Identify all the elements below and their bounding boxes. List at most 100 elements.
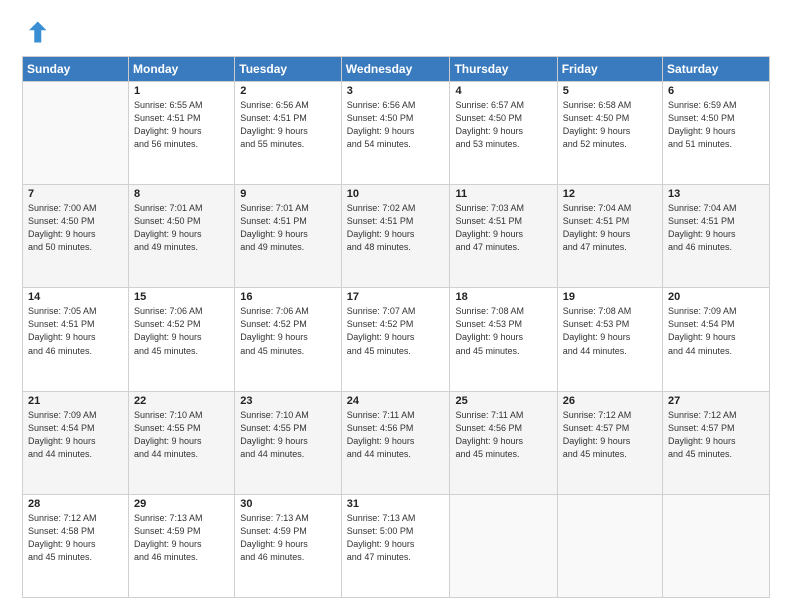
day-detail: Sunrise: 6:57 AM Sunset: 4:50 PM Dayligh… xyxy=(455,99,551,151)
calendar-cell: 6 Sunrise: 6:59 AM Sunset: 4:50 PM Daylig… xyxy=(663,82,770,185)
day-number: 22 xyxy=(134,395,229,407)
calendar-header-wednesday: Wednesday xyxy=(341,57,450,82)
calendar-cell: 14Sunrise: 7:05 AM Sunset: 4:51 PM Dayli… xyxy=(23,288,129,391)
calendar-cell: 26 Sunrise: 7:12 AM Sunset: 4:57 PM Dayli… xyxy=(557,391,662,494)
day-number: 13 xyxy=(668,188,764,200)
calendar-cell: 19Sunrise: 7:08 AM Sunset: 4:53 PM Dayli… xyxy=(557,288,662,391)
day-detail: Sunrise: 7:01 AM Sunset: 4:50 PM Dayligh… xyxy=(134,202,229,254)
calendar-week-3: 14Sunrise: 7:05 AM Sunset: 4:51 PM Dayli… xyxy=(23,288,770,391)
day-detail: Sunrise: 6:58 AM Sunset: 4:50 PM Dayligh… xyxy=(563,99,657,151)
calendar-cell: 8 Sunrise: 7:01 AM Sunset: 4:50 PM Daylig… xyxy=(129,185,235,288)
calendar-header-monday: Monday xyxy=(129,57,235,82)
day-detail: Sunrise: 7:06 AM Sunset: 4:52 PM Dayligh… xyxy=(134,305,229,357)
calendar-cell: 2 Sunrise: 6:56 AM Sunset: 4:51 PM Daylig… xyxy=(235,82,342,185)
calendar-cell: 23 Sunrise: 7:10 AM Sunset: 4:55 PM Dayli… xyxy=(235,391,342,494)
calendar-cell xyxy=(450,494,557,597)
calendar-week-2: 7 Sunrise: 7:00 AM Sunset: 4:50 PM Daylig… xyxy=(23,185,770,288)
day-number: 7 xyxy=(28,188,123,200)
calendar-header-row: SundayMondayTuesdayWednesdayThursdayFrid… xyxy=(23,57,770,82)
calendar-cell: 30Sunrise: 7:13 AM Sunset: 4:59 PM Dayli… xyxy=(235,494,342,597)
day-detail: Sunrise: 7:09 AM Sunset: 4:54 PM Dayligh… xyxy=(668,305,764,357)
day-detail: Sunrise: 7:00 AM Sunset: 4:50 PM Dayligh… xyxy=(28,202,123,254)
day-number: 11 xyxy=(455,188,551,200)
calendar-cell: 29Sunrise: 7:13 AM Sunset: 4:59 PM Dayli… xyxy=(129,494,235,597)
day-number: 10 xyxy=(347,188,445,200)
day-detail: Sunrise: 7:03 AM Sunset: 4:51 PM Dayligh… xyxy=(455,202,551,254)
day-detail: Sunrise: 7:13 AM Sunset: 4:59 PM Dayligh… xyxy=(134,512,229,564)
calendar-cell: 9Sunrise: 7:01 AM Sunset: 4:51 PM Daylig… xyxy=(235,185,342,288)
day-number: 12 xyxy=(563,188,657,200)
calendar-cell: 12 Sunrise: 7:04 AM Sunset: 4:51 PM Dayli… xyxy=(557,185,662,288)
calendar-cell xyxy=(663,494,770,597)
page: SundayMondayTuesdayWednesdayThursdayFrid… xyxy=(0,0,792,612)
calendar-cell: 16Sunrise: 7:06 AM Sunset: 4:52 PM Dayli… xyxy=(235,288,342,391)
calendar-cell: 24 Sunrise: 7:11 AM Sunset: 4:56 PM Dayli… xyxy=(341,391,450,494)
calendar-cell: 22 Sunrise: 7:10 AM Sunset: 4:55 PM Dayli… xyxy=(129,391,235,494)
calendar-table: SundayMondayTuesdayWednesdayThursdayFrid… xyxy=(22,56,770,598)
day-detail: Sunrise: 7:13 AM Sunset: 4:59 PM Dayligh… xyxy=(240,512,336,564)
day-detail: Sunrise: 7:04 AM Sunset: 4:51 PM Dayligh… xyxy=(668,202,764,254)
day-detail: Sunrise: 6:56 AM Sunset: 4:51 PM Dayligh… xyxy=(240,99,336,151)
day-number: 18 xyxy=(455,291,551,303)
day-detail: Sunrise: 6:55 AM Sunset: 4:51 PM Dayligh… xyxy=(134,99,229,151)
calendar-cell: 27 Sunrise: 7:12 AM Sunset: 4:57 PM Dayli… xyxy=(663,391,770,494)
calendar-header-saturday: Saturday xyxy=(663,57,770,82)
day-number: 15 xyxy=(134,291,229,303)
day-number: 19 xyxy=(563,291,657,303)
day-detail: Sunrise: 7:12 AM Sunset: 4:57 PM Dayligh… xyxy=(563,409,657,461)
day-number: 26 xyxy=(563,395,657,407)
calendar-cell: 5 Sunrise: 6:58 AM Sunset: 4:50 PM Daylig… xyxy=(557,82,662,185)
day-number: 6 xyxy=(668,85,764,97)
day-detail: Sunrise: 7:02 AM Sunset: 4:51 PM Dayligh… xyxy=(347,202,445,254)
calendar-cell: 10 Sunrise: 7:02 AM Sunset: 4:51 PM Dayli… xyxy=(341,185,450,288)
calendar-cell: 17Sunrise: 7:07 AM Sunset: 4:52 PM Dayli… xyxy=(341,288,450,391)
calendar-cell: 4Sunrise: 6:57 AM Sunset: 4:50 PM Daylig… xyxy=(450,82,557,185)
calendar-cell: 1 Sunrise: 6:55 AM Sunset: 4:51 PM Daylig… xyxy=(129,82,235,185)
day-detail: Sunrise: 6:59 AM Sunset: 4:50 PM Dayligh… xyxy=(668,99,764,151)
calendar-cell: 31 Sunrise: 7:13 AM Sunset: 5:00 PM Dayli… xyxy=(341,494,450,597)
day-number: 16 xyxy=(240,291,336,303)
calendar-cell: 20Sunrise: 7:09 AM Sunset: 4:54 PM Dayli… xyxy=(663,288,770,391)
day-number: 1 xyxy=(134,85,229,97)
day-detail: Sunrise: 7:11 AM Sunset: 4:56 PM Dayligh… xyxy=(455,409,551,461)
day-number: 9 xyxy=(240,188,336,200)
calendar-header-thursday: Thursday xyxy=(450,57,557,82)
calendar-week-5: 28 Sunrise: 7:12 AM Sunset: 4:58 PM Dayli… xyxy=(23,494,770,597)
day-detail: Sunrise: 7:05 AM Sunset: 4:51 PM Dayligh… xyxy=(28,305,123,357)
calendar-cell: 21Sunrise: 7:09 AM Sunset: 4:54 PM Dayli… xyxy=(23,391,129,494)
logo-icon xyxy=(22,18,50,46)
calendar-cell: 13 Sunrise: 7:04 AM Sunset: 4:51 PM Dayli… xyxy=(663,185,770,288)
calendar-cell: 3Sunrise: 6:56 AM Sunset: 4:50 PM Daylig… xyxy=(341,82,450,185)
day-number: 25 xyxy=(455,395,551,407)
day-number: 5 xyxy=(563,85,657,97)
day-number: 24 xyxy=(347,395,445,407)
day-number: 23 xyxy=(240,395,336,407)
day-detail: Sunrise: 7:11 AM Sunset: 4:56 PM Dayligh… xyxy=(347,409,445,461)
day-detail: Sunrise: 7:10 AM Sunset: 4:55 PM Dayligh… xyxy=(134,409,229,461)
day-detail: Sunrise: 7:04 AM Sunset: 4:51 PM Dayligh… xyxy=(563,202,657,254)
calendar-cell: 18 Sunrise: 7:08 AM Sunset: 4:53 PM Dayli… xyxy=(450,288,557,391)
calendar-cell: 15 Sunrise: 7:06 AM Sunset: 4:52 PM Dayli… xyxy=(129,288,235,391)
calendar-header-sunday: Sunday xyxy=(23,57,129,82)
calendar-week-4: 21Sunrise: 7:09 AM Sunset: 4:54 PM Dayli… xyxy=(23,391,770,494)
day-detail: Sunrise: 7:13 AM Sunset: 5:00 PM Dayligh… xyxy=(347,512,445,564)
day-detail: Sunrise: 7:07 AM Sunset: 4:52 PM Dayligh… xyxy=(347,305,445,357)
calendar-cell xyxy=(557,494,662,597)
day-detail: Sunrise: 7:12 AM Sunset: 4:58 PM Dayligh… xyxy=(28,512,123,564)
calendar-cell: 11 Sunrise: 7:03 AM Sunset: 4:51 PM Dayli… xyxy=(450,185,557,288)
day-number: 8 xyxy=(134,188,229,200)
day-detail: Sunrise: 7:08 AM Sunset: 4:53 PM Dayligh… xyxy=(455,305,551,357)
calendar-week-1: 1 Sunrise: 6:55 AM Sunset: 4:51 PM Daylig… xyxy=(23,82,770,185)
day-number: 2 xyxy=(240,85,336,97)
calendar-cell xyxy=(23,82,129,185)
calendar-cell: 28 Sunrise: 7:12 AM Sunset: 4:58 PM Dayli… xyxy=(23,494,129,597)
day-detail: Sunrise: 7:12 AM Sunset: 4:57 PM Dayligh… xyxy=(668,409,764,461)
day-number: 28 xyxy=(28,498,123,510)
calendar-header-friday: Friday xyxy=(557,57,662,82)
day-number: 27 xyxy=(668,395,764,407)
calendar-cell: 7 Sunrise: 7:00 AM Sunset: 4:50 PM Daylig… xyxy=(23,185,129,288)
day-detail: Sunrise: 7:10 AM Sunset: 4:55 PM Dayligh… xyxy=(240,409,336,461)
day-number: 31 xyxy=(347,498,445,510)
day-number: 3 xyxy=(347,85,445,97)
calendar-cell: 25 Sunrise: 7:11 AM Sunset: 4:56 PM Dayli… xyxy=(450,391,557,494)
